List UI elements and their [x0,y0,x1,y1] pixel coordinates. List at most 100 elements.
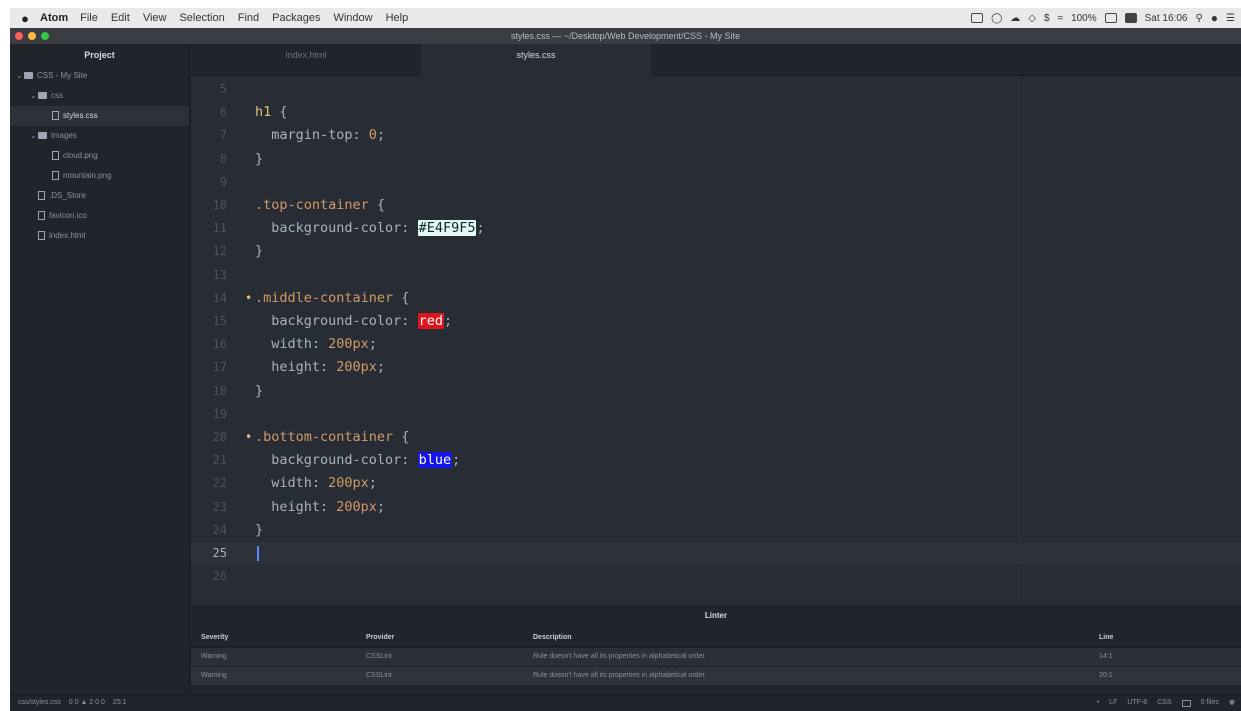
battery-percent[interactable]: 100% [1071,13,1097,24]
code-line[interactable]: 5 [191,78,1241,100]
github-icon[interactable]: ◉ [1229,695,1235,711]
linter-line[interactable]: 20:1 [1099,667,1113,685]
display-icon[interactable] [971,13,984,23]
code-line[interactable]: 7 margin-top: 0; [191,124,1241,146]
menu-window[interactable]: Window [333,12,372,24]
code-line[interactable]: 13 [191,264,1241,286]
line-number[interactable]: 17 [191,356,227,378]
code-line[interactable]: 18} [191,380,1241,402]
line-number[interactable]: 24 [191,519,227,541]
status-files[interactable]: 0 files [1201,695,1219,711]
menu-selection[interactable]: Selection [179,12,224,24]
menu-find[interactable]: Find [238,12,259,24]
line-number[interactable]: 11 [191,217,227,239]
tree-item-styles-css[interactable]: styles.css [10,106,189,126]
code-line[interactable]: 19 [191,403,1241,425]
line-number[interactable]: 23 [191,496,227,518]
status-encoding[interactable]: UTF-8 [1127,695,1147,711]
line-number[interactable]: 6 [191,101,227,123]
menu-view[interactable]: View [143,12,167,24]
code-line[interactable]: 8} [191,148,1241,170]
column-description[interactable]: Description [533,629,572,647]
line-number[interactable]: 25 [191,542,227,564]
status-cursor-position[interactable]: 25:1 [113,695,127,711]
notification-center-icon[interactable]: ☰ [1226,13,1235,24]
line-number[interactable]: 10 [191,194,227,216]
line-number[interactable]: 7 [191,124,227,146]
code-line[interactable]: 12} [191,240,1241,262]
apple-menu-icon[interactable]: ● [10,11,40,26]
tab-styles-css[interactable]: styles.css [421,44,651,76]
line-number[interactable]: 15 [191,310,227,332]
menubar-clock[interactable]: Sat 16:06 [1145,13,1188,24]
tree-item--ds-store[interactable]: .DS_Store [10,186,189,206]
line-number[interactable]: 20 [191,426,227,448]
line-number[interactable]: 16 [191,333,227,355]
battery-icon[interactable] [1104,13,1117,23]
lint-warning-marker-icon[interactable]: • [245,426,255,448]
tree-item-images[interactable]: ⌄ images [10,126,189,146]
column-line[interactable]: Line [1099,629,1113,647]
code-line[interactable]: 11 background-color: #E4F9F5; [191,217,1241,239]
tree-item-mountain-png[interactable]: mountain.png [10,166,189,186]
lint-warning-marker-icon[interactable]: • [245,287,255,309]
spotlight-icon[interactable]: ⚲ [1195,13,1202,24]
menu-file[interactable]: File [80,12,98,24]
line-number[interactable]: 13 [191,264,227,286]
code-line[interactable]: 14 • .middle-container { [191,287,1241,309]
line-number[interactable]: 21 [191,449,227,471]
line-number[interactable]: 8 [191,148,227,170]
column-provider[interactable]: Provider [366,629,394,647]
status-lint-counts[interactable]: 0 0 ▲ 2 0 0 [69,695,105,711]
status-file-path[interactable]: css/styles.css [18,695,61,711]
line-number[interactable]: 19 [191,403,227,425]
linter-row[interactable]: Warning CSSLint Rule doesn't have all it… [191,648,1241,666]
linter-line[interactable]: 14:1 [1099,648,1113,666]
line-number[interactable]: 9 [191,171,227,193]
line-number[interactable]: 12 [191,240,227,262]
chevron-down-icon[interactable]: ⌄ [30,126,38,146]
flag-icon[interactable] [1124,13,1137,23]
line-number[interactable]: 22 [191,472,227,494]
line-number[interactable]: 5 [191,78,227,100]
code-line[interactable]: 6 h1 { [191,101,1241,123]
siri-icon[interactable]: ● [1211,11,1218,25]
menu-edit[interactable]: Edit [111,12,130,24]
dropbox-icon[interactable]: ◇ [1028,13,1036,24]
menu-packages[interactable]: Packages [272,12,320,24]
sync-icon[interactable]: ◯ [991,13,1002,24]
code-line[interactable]: 10 .top-container { [191,194,1241,216]
code-line[interactable]: 24} [191,519,1241,541]
chevron-down-icon[interactable]: ⌄ [16,66,24,86]
code-line[interactable]: 17 height: 200px; [191,356,1241,378]
code-line[interactable]: 26 [191,565,1241,587]
status-line-ending[interactable]: LF [1109,695,1117,711]
tree-item-index-html[interactable]: index.html [10,226,189,246]
code-line[interactable]: 15 background-color: red; [191,310,1241,332]
menu-help[interactable]: Help [386,12,409,24]
tree-item-cloud-png[interactable]: cloud.png [10,146,189,166]
tab-index-html[interactable]: index.html [191,44,421,76]
tree-item-css-my-site[interactable]: ⌄ CSS - My Site [10,66,189,86]
code-editor[interactable]: 5 6 h1 {7 margin-top: 0; 8} 9 10 .top-containe… [191,76,1241,606]
code-line[interactable]: 20 • .bottom-container { [191,426,1241,448]
code-line[interactable]: 21 background-color: blue; [191,449,1241,471]
tree-item-favicon-ico[interactable]: favicon.ico [10,206,189,226]
wifi-icon[interactable]: ≈ [1058,13,1064,24]
code-line[interactable]: 22 width: 200px; [191,472,1241,494]
dollar-icon[interactable]: $ [1044,13,1050,24]
chevron-down-icon[interactable]: ⌄ [30,86,38,106]
line-number[interactable]: 26 [191,565,227,587]
code-line[interactable]: 25 [191,542,1241,564]
code-line[interactable]: 23 height: 200px; [191,496,1241,518]
cloud-icon[interactable]: ☁ [1010,13,1020,24]
line-number[interactable]: 14 [191,287,227,309]
code-line[interactable]: 16 width: 200px; [191,333,1241,355]
code-line[interactable]: 9 [191,171,1241,193]
column-severity[interactable]: Severity [201,629,228,647]
status-grammar[interactable]: CSS [1157,695,1171,711]
line-number[interactable]: 18 [191,380,227,402]
app-menu[interactable]: Atom [40,12,68,24]
linter-row[interactable]: Warning CSSLint Rule doesn't have all it… [191,667,1241,685]
tree-item-css[interactable]: ⌄ css [10,86,189,106]
